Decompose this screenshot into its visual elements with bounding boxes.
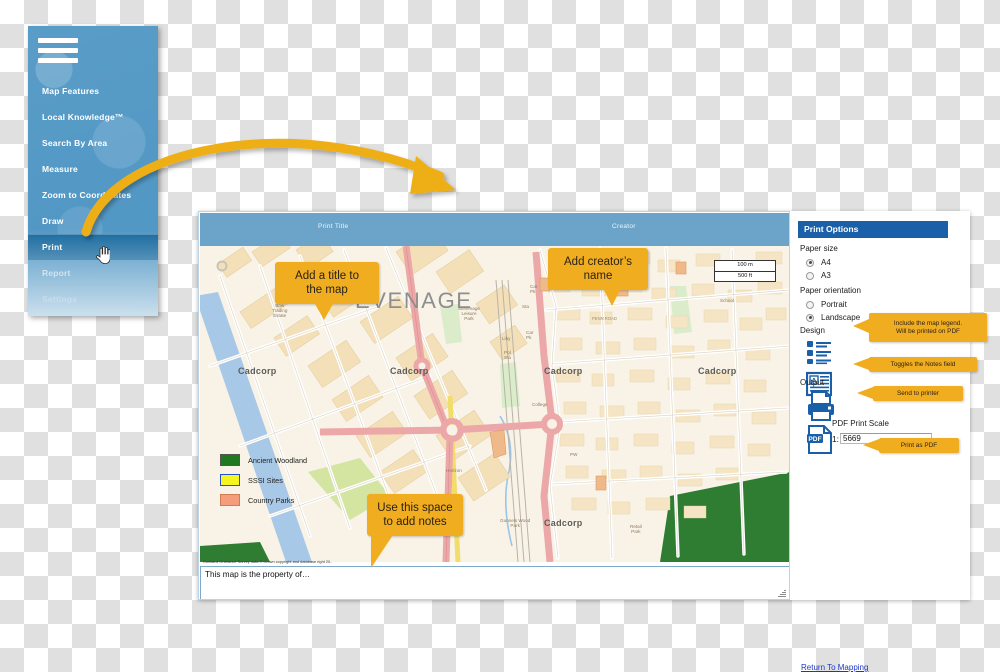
callout-tail — [853, 358, 869, 370]
return-to-mapping-link[interactable]: Return To Mapping — [801, 663, 868, 672]
radio-indicator — [806, 300, 814, 309]
radio-indicator — [806, 271, 814, 280]
callout-add-notes: Use this space to add notes — [367, 494, 463, 568]
callout-include-legend: Include the map legend. Will be printed … — [853, 313, 987, 342]
map-legend-icon[interactable] — [806, 339, 832, 365]
legend-item: SSSI Sites — [220, 474, 307, 486]
sidebar-item-label: Print — [42, 242, 63, 252]
legend-label: Country Parks — [248, 495, 295, 505]
callout-tail — [863, 439, 879, 451]
map-scale-bar: 100 m 500 ft — [714, 260, 776, 282]
legend-label: Ancient Woodland — [248, 455, 308, 465]
sidebar-item-map-features[interactable]: Map Features — [28, 78, 158, 104]
callout-text: Send to printer — [897, 389, 939, 397]
print-creator-input[interactable]: Creator — [612, 223, 636, 230]
radio-label: A4 — [821, 258, 831, 267]
hamburger-bar — [38, 47, 78, 53]
radio-indicator — [806, 313, 814, 322]
callout-text: Toggles the Notes field — [890, 360, 956, 368]
notes-textarea[interactable] — [200, 566, 789, 599]
radio-orientation-portrait[interactable]: Portrait — [806, 300, 847, 309]
pdf-scale-label: PDF Print Scale — [832, 419, 889, 428]
output-label: Output — [800, 378, 825, 387]
callout-tail — [371, 532, 395, 568]
legend-swatch-country-parks — [220, 494, 240, 506]
callout-text: Add a title to the map — [295, 269, 359, 296]
pdf-file-icon[interactable]: PDF — [806, 425, 834, 455]
hamburger-icon[interactable] — [38, 34, 78, 66]
paper-size-label: Paper size — [800, 244, 838, 253]
map-legend: Ancient Woodland SSSI Sites Country Park… — [220, 454, 307, 514]
paper-orientation-label: Paper orientation — [800, 286, 861, 295]
legend-label: SSSI Sites — [248, 475, 283, 485]
pdf-scale-prefix: 1: — [832, 433, 839, 444]
svg-text:PDF: PDF — [808, 436, 821, 443]
hand-pointer-cursor — [96, 246, 110, 264]
hamburger-bar — [38, 57, 78, 63]
legend-item: Country Parks — [220, 494, 307, 506]
callout-toggles-notes: Toggles the Notes field — [853, 357, 977, 372]
callout-add-creator: Add creator’s name — [548, 248, 648, 306]
callout-tail — [604, 290, 620, 306]
design-label: Design — [800, 326, 825, 335]
callout-tail — [315, 304, 333, 320]
callout-text-line2: Will be printed on PDF — [896, 327, 960, 335]
radio-label: Portrait — [821, 300, 847, 309]
sidebar-item-report[interactable]: Report — [28, 260, 158, 286]
radio-label: A3 — [821, 271, 831, 280]
callout-text: Print as PDF — [900, 441, 938, 449]
legend-swatch-sssi-sites — [220, 474, 240, 486]
print-options-header: Print Options — [798, 221, 948, 238]
sidebar-item-help[interactable]: Help — [28, 312, 158, 316]
instruction-arrow-icon — [81, 138, 456, 237]
scale-imperial: 500 ft — [714, 270, 776, 282]
legend-item: Ancient Woodland — [220, 454, 307, 466]
callout-tail — [857, 387, 873, 399]
radio-paper-size-a3[interactable]: A3 — [806, 271, 831, 280]
map-copyright-text: Contains Ordnance Survey data © Crown co… — [203, 559, 333, 564]
callout-text: Use this space to add notes — [377, 501, 453, 528]
radio-indicator — [806, 258, 814, 267]
callout-text: Add creator’s name — [564, 255, 632, 282]
callout-print-as-pdf: Print as PDF — [863, 438, 959, 453]
callout-send-to-printer: Send to printer — [857, 386, 963, 401]
sidebar-item-settings[interactable]: Settings — [28, 286, 158, 312]
legend-swatch-ancient-woodland — [220, 454, 240, 466]
scale-metric: 100 m — [714, 260, 776, 271]
hamburger-bar — [38, 37, 78, 43]
callout-add-title: Add a title to the map — [275, 262, 379, 320]
callout-text-line1: Include the map legend. — [893, 319, 963, 327]
callout-tail — [853, 319, 869, 333]
print-options-panel: Print Options Paper size A4 A3 Paper ori… — [796, 211, 970, 672]
radio-paper-size-a4[interactable]: A4 — [806, 258, 831, 267]
